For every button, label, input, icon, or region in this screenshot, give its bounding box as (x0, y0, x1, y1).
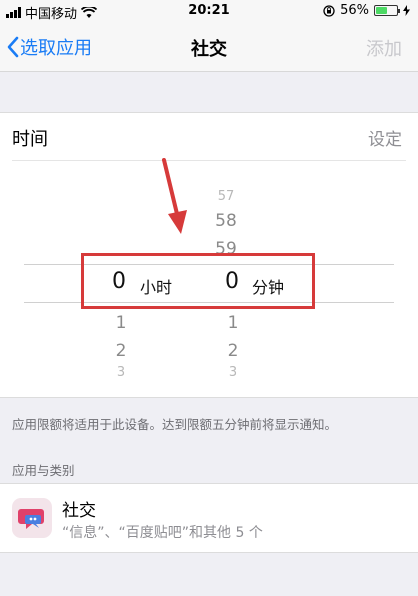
charging-icon (403, 5, 410, 16)
selected-hours[interactable]: 0 (112, 269, 126, 294)
battery-icon (374, 5, 400, 16)
battery-level (376, 7, 388, 14)
time-label: 时间 (12, 129, 48, 150)
chat-bubbles-icon (12, 498, 52, 538)
picker-minute-option[interactable]: 1 (218, 313, 248, 333)
orientation-lock-icon (323, 4, 335, 17)
picker-minute-option[interactable]: 58 (211, 211, 241, 231)
picker-hour-option[interactable]: 1 (106, 313, 136, 333)
minutes-unit-label: 分钟 (252, 278, 285, 297)
hours-unit-label: 小时 (140, 278, 173, 297)
section-header: 应用与类别 (12, 463, 75, 478)
add-button[interactable]: 添加 (366, 35, 402, 61)
app-category-row[interactable]: 社交 “信息”、“百度贴吧”和其他 5 个 (0, 483, 418, 553)
app-category-name: 社交 (62, 501, 96, 521)
selected-minutes[interactable]: 0 (225, 269, 239, 294)
page-title: 社交 (191, 39, 227, 60)
annotation-arrow-icon (162, 158, 187, 234)
picker-hour-option[interactable]: 2 (106, 341, 136, 361)
app-category-subtitle: “信息”、“百度贴吧”和其他 5 个 (62, 525, 263, 541)
picker-hour-option[interactable]: 3 (106, 365, 136, 380)
battery-percent: 56% (340, 3, 369, 18)
picker-minute-option[interactable]: 3 (218, 365, 248, 380)
limit-note: 应用限额将适用于此设备。达到限额五分钟前将显示通知。 (12, 417, 338, 432)
status-bar: 中国移动 20:21 56% (0, 0, 418, 22)
status-right: 56% (323, 3, 410, 18)
time-row[interactable]: 时间 设定 (12, 113, 406, 161)
picker-minute-option[interactable]: 57 (211, 189, 241, 204)
time-setting-value: 设定 (368, 130, 402, 150)
picker-minute-option[interactable]: 2 (218, 341, 248, 361)
navigation-bar: 选取应用 社交 添加 (0, 22, 418, 72)
